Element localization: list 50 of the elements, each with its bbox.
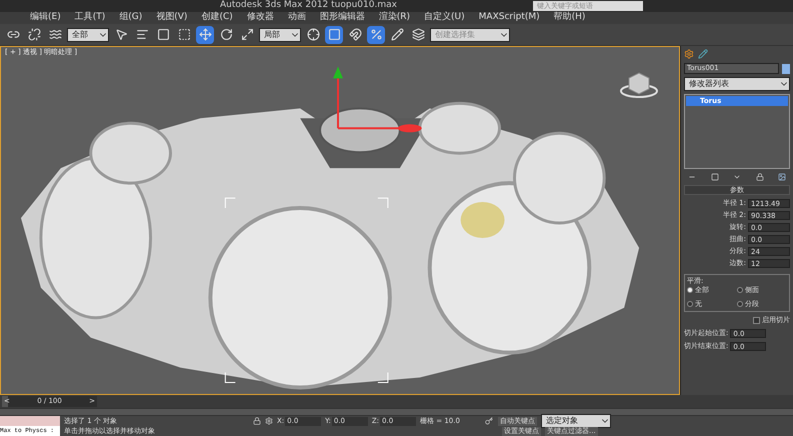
cursor-icon	[114, 28, 128, 41]
toolbar-button[interactable]	[367, 26, 385, 44]
menu-item[interactable]: 编辑(E)	[30, 11, 61, 25]
window-title: Autodesk 3ds Max 2012 tuopu010.max	[220, 0, 397, 12]
toolbar-button[interactable]	[196, 26, 214, 44]
radio-button[interactable]	[687, 300, 693, 307]
menu-item[interactable]: 创建(C)	[201, 11, 233, 25]
script-listener-field[interactable]	[0, 416, 60, 426]
menu-item[interactable]: 图形编辑器	[320, 11, 365, 25]
coordinate-system-dropdown[interactable]: 局部	[259, 28, 301, 42]
menu-item[interactable]: MAXScript(M)	[478, 11, 540, 25]
modifier-list-dropdown[interactable]: 修改器列表	[684, 77, 790, 91]
settings-icon[interactable]	[684, 49, 694, 59]
toolbar-button[interactable]	[325, 26, 343, 44]
pencil-icon[interactable]	[698, 49, 708, 59]
wave-icon	[48, 28, 62, 41]
pencil-icon	[390, 28, 404, 41]
menu-item[interactable]: 工具(T)	[74, 11, 106, 25]
menu-item[interactable]: 渲染(R)	[378, 11, 410, 25]
selection-filter-dropdown[interactable]: 全部	[67, 28, 109, 42]
menu-item[interactable]: 自定义(U)	[424, 11, 465, 25]
layers-icon	[412, 28, 424, 41]
gear-icon[interactable]	[265, 417, 273, 425]
dashed-square-icon	[178, 28, 190, 41]
menu-item[interactable]: 修改器	[246, 11, 274, 25]
menu-item[interactable]: 视图(V)	[156, 11, 188, 25]
radio-button[interactable]	[687, 287, 693, 294]
checkbox[interactable]	[753, 316, 760, 324]
menu-item[interactable]: 动画	[288, 11, 306, 25]
magnet-icon	[348, 28, 362, 41]
scale-icon	[240, 28, 254, 41]
track-bar[interactable]	[0, 408, 793, 416]
square-icon[interactable]	[710, 173, 718, 181]
lock-icon[interactable]	[253, 417, 261, 425]
object-color-swatch[interactable]	[782, 64, 790, 74]
square-icon	[156, 28, 170, 41]
radio-button[interactable]	[737, 300, 743, 307]
percent-icon	[370, 28, 382, 41]
crosshair-icon	[306, 28, 320, 41]
menu-item[interactable]: 组(G)	[119, 11, 142, 25]
menu-item[interactable]: 帮助(H)	[554, 11, 586, 25]
key-mode-dropdown[interactable]: 选定对象	[541, 414, 612, 428]
unlink-icon	[28, 28, 40, 41]
lock-icon[interactable]	[756, 173, 764, 181]
move-icon	[198, 28, 212, 41]
square-icon	[328, 28, 340, 41]
key-icon[interactable]	[484, 417, 494, 425]
rotate-icon	[220, 28, 232, 41]
radio-button[interactable]	[737, 287, 743, 294]
time-slider-thumb[interactable]	[2, 396, 8, 407]
